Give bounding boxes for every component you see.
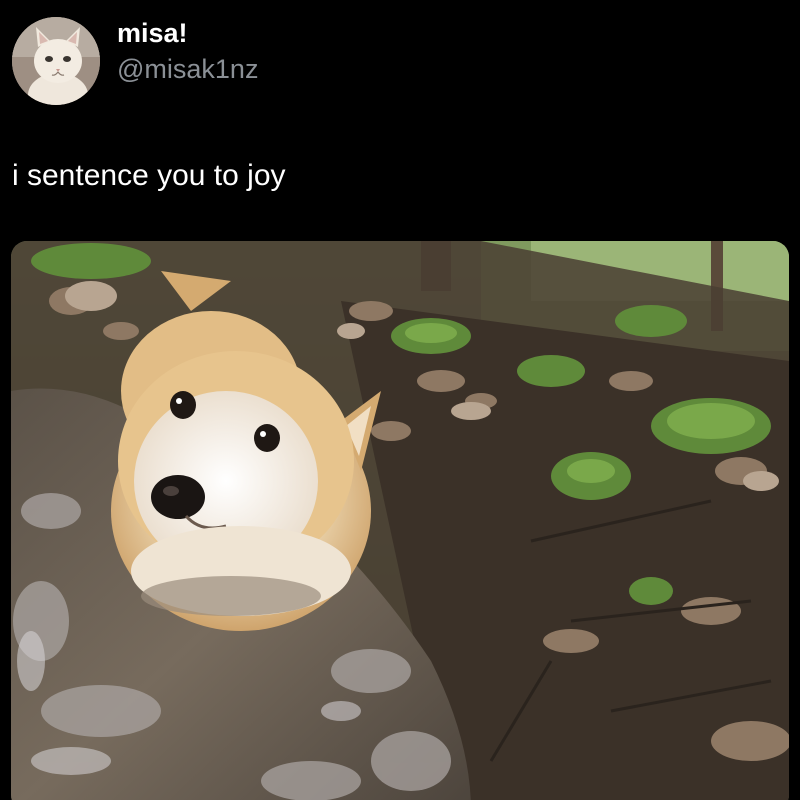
tweet-header: misa! @misak1nz xyxy=(12,16,258,106)
tweet-text: i sentence you to joy xyxy=(12,159,286,192)
user-handle[interactable]: @misak1nz xyxy=(117,52,258,86)
corgi-in-puddle-photo-icon xyxy=(11,241,789,800)
display-name[interactable]: misa! xyxy=(117,16,258,50)
author-names: misa! @misak1nz xyxy=(117,16,258,86)
cat-avatar-icon xyxy=(12,17,100,105)
tweet-card: misa! @misak1nz i sentence you to joy xyxy=(0,0,800,800)
tweet-media[interactable] xyxy=(11,241,789,800)
avatar[interactable] xyxy=(12,17,100,105)
